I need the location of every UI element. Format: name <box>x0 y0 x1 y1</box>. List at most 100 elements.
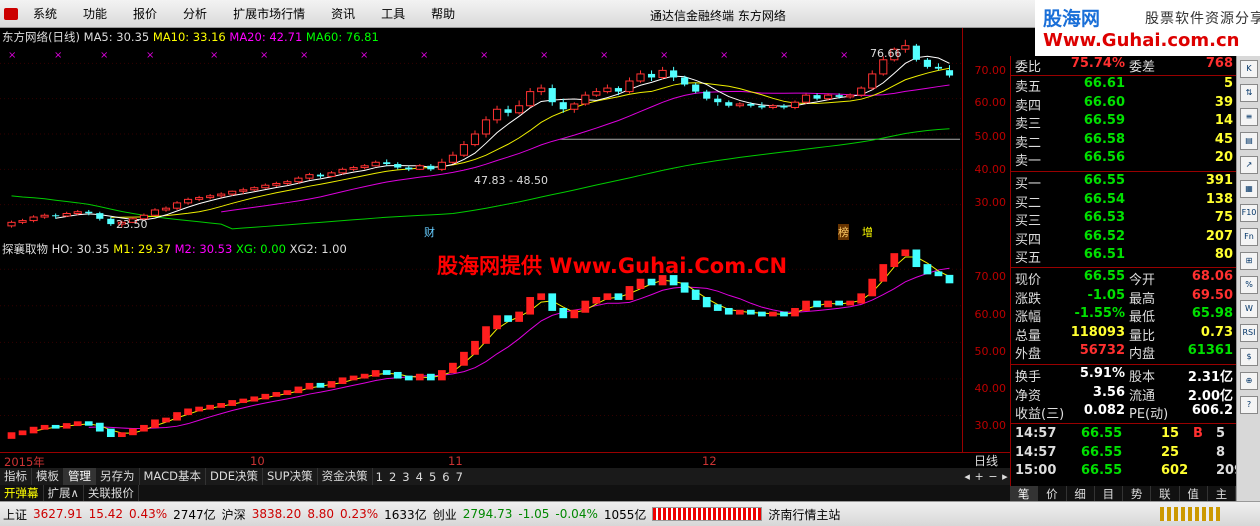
tab-num-1[interactable]: 1 <box>373 470 386 484</box>
toolbar-tool-icon[interactable]: ↗ <box>1240 156 1258 174</box>
panel-tab[interactable]: 联 <box>1151 486 1180 501</box>
panel-tab[interactable]: 势 <box>1123 486 1152 501</box>
tab-num-2[interactable]: 2 <box>386 470 399 484</box>
tab-macd[interactable]: MACD基本 <box>140 468 206 485</box>
menu-news[interactable]: 资讯 <box>318 5 368 22</box>
tab-save-as[interactable]: 另存为 <box>96 468 140 485</box>
sub-legend-xg2: XG2: 1.00 <box>289 242 347 256</box>
order-ratio-row[interactable]: 委比 75.74% 委差 768 <box>1011 56 1237 75</box>
panel-tab[interactable]: 主 <box>1208 486 1236 501</box>
finance-marker[interactable]: 财 <box>424 224 435 240</box>
toolbar-tool-icon[interactable]: K <box>1240 60 1258 78</box>
tick-row[interactable]: 15:00 66.55 602 209 <box>1011 463 1243 482</box>
candle-body <box>526 91 535 107</box>
tab-dde[interactable]: DDE决策 <box>206 468 263 485</box>
rank-marker[interactable]: 榜 <box>838 224 849 240</box>
extend-toggle[interactable]: 扩展∧ <box>44 485 84 501</box>
tab-sup[interactable]: SUP决策 <box>263 468 318 485</box>
candlestick-chart[interactable]: × × × × × × × × × × × × × × × × 东方网络(日线) MA5: 30.35 MA1… <box>0 28 962 240</box>
quote-stat-row[interactable]: 涨跌 -1.05 最高 69.50 <box>1011 288 1237 307</box>
ask-row[interactable]: 卖三 66.59 14 <box>1011 113 1237 132</box>
bid-row[interactable]: 买四 66.52 207 <box>1011 229 1237 248</box>
panel-tab[interactable]: 笔 <box>1010 486 1039 501</box>
indicator-bar <box>106 428 115 438</box>
tab-num-4[interactable]: 4 <box>413 470 426 484</box>
toolbar-tool-icon[interactable]: F10 <box>1240 204 1258 222</box>
toolbar-tool-icon[interactable]: ⇅ <box>1240 84 1258 102</box>
toolbar-tool-icon[interactable]: ▤ <box>1240 132 1258 150</box>
bid-row[interactable]: 买一 66.55 391 <box>1011 173 1237 192</box>
menu-analysis[interactable]: 分析 <box>170 5 220 22</box>
zoom-out-icon[interactable]: − <box>988 470 997 483</box>
candlestick-svg[interactable]: × × × × × × × × × × × × × × × × <box>0 28 962 240</box>
quote-stat-row[interactable]: 现价 66.55 今开 68.06 <box>1011 269 1237 288</box>
scroll-left-icon[interactable]: ◂ <box>964 470 970 483</box>
ask-row[interactable]: 卖五 66.61 5 <box>1011 76 1237 95</box>
menu-system[interactable]: 系统 <box>20 5 70 22</box>
cy-index-label[interactable]: 创业 <box>433 506 457 523</box>
server-name[interactable]: 济南行情主站 <box>768 506 840 523</box>
tab-num-5[interactable]: 5 <box>426 470 439 484</box>
indicator-bar <box>40 424 49 430</box>
panel-value: 768 <box>1205 56 1233 71</box>
bid-row[interactable]: 买五 66.51 80 <box>1011 247 1237 266</box>
tab-template[interactable]: 模板 <box>32 468 64 485</box>
indicator-bar <box>217 403 226 408</box>
toolbar-tool-icon[interactable]: ▦ <box>1240 180 1258 198</box>
toolbar-tool-icon[interactable]: W <box>1240 300 1258 318</box>
tab-num-6[interactable]: 6 <box>439 470 452 484</box>
menu-quote[interactable]: 报价 <box>120 5 170 22</box>
menu-function[interactable]: 功能 <box>70 5 120 22</box>
period-label[interactable]: 日线 <box>962 452 1010 468</box>
toolbar-tool-icon[interactable]: % <box>1240 276 1258 294</box>
ask-row[interactable]: 卖一 66.56 20 <box>1011 150 1237 169</box>
sh-index-label[interactable]: 上证 <box>3 506 27 523</box>
menu-tools[interactable]: 工具 <box>368 5 418 22</box>
sh-index-amount: 2747亿 <box>173 507 216 522</box>
fundamental-row[interactable]: 净资 3.56 流通 2.00亿 <box>1011 385 1237 404</box>
toolbar-tool-icon[interactable]: Fn <box>1240 228 1258 246</box>
toolbar-tool-icon[interactable]: ⊞ <box>1240 252 1258 270</box>
tab-num-7[interactable]: 7 <box>453 470 466 484</box>
indicator-chart[interactable]: 探襄取物 HO: 30.35 M1: 29.37 M2: 30.53 XG: 0… <box>0 240 962 452</box>
toolbar-tool-icon[interactable]: ⊕ <box>1240 372 1258 390</box>
tab-indicator[interactable]: 指标 <box>0 468 32 485</box>
ask-row[interactable]: 卖四 66.60 39 <box>1011 95 1237 114</box>
candle-body <box>592 91 601 96</box>
menu-help[interactable]: 帮助 <box>418 5 468 22</box>
menu-ext-market[interactable]: 扩展市场行情 <box>220 5 318 22</box>
panel-tab[interactable]: 目 <box>1095 486 1123 501</box>
tab-num-3[interactable]: 3 <box>399 470 412 484</box>
panel-tab[interactable]: 值 <box>1180 486 1208 501</box>
toolbar-tool-icon[interactable]: ? <box>1240 396 1258 414</box>
panel-tab[interactable]: 细 <box>1067 486 1095 501</box>
zoom-in-icon[interactable]: + <box>974 470 983 483</box>
bid-row[interactable]: 买二 66.54 138 <box>1011 192 1237 211</box>
bid-row[interactable]: 买三 66.53 75 <box>1011 210 1237 229</box>
panel-tab[interactable]: 价 <box>1038 486 1067 501</box>
danmaku-toggle[interactable]: 开弹幕 <box>0 485 44 501</box>
panel-label: 买五 <box>1015 251 1042 266</box>
indicator-bar <box>813 300 821 308</box>
tab-manage[interactable]: 管理 <box>64 468 96 485</box>
toolbar-tool-icon[interactable]: RSI <box>1240 324 1258 342</box>
panel-label: 最低 <box>1129 310 1156 325</box>
quote-stat-row[interactable]: 总量 118093 量比 0.73 <box>1011 325 1237 344</box>
panel-divider <box>1011 423 1237 424</box>
fundamental-row[interactable]: 换手 5.91% 股本 2.31亿 <box>1011 366 1237 385</box>
quote-stat-row[interactable]: 外盘 56732 内盘 61361 <box>1011 343 1237 362</box>
tick-row[interactable]: 14:57 66.55 25 8 <box>1011 445 1237 464</box>
toolbar-tool-icon[interactable]: $ <box>1240 348 1258 366</box>
ask-row[interactable]: 卖二 66.58 45 <box>1011 132 1237 151</box>
increase-marker[interactable]: 增 <box>862 224 873 240</box>
related-quote-tab[interactable]: 关联报价 <box>84 485 139 501</box>
axis-label: 50.00 <box>974 345 1007 358</box>
tick-row[interactable]: 14:57 66.55 15 B 5 <box>1011 426 1237 445</box>
scroll-right-icon[interactable]: ▸ <box>1002 470 1008 483</box>
fundamental-row[interactable]: 收益(三) 0.082 PE(动) 606.2 <box>1011 403 1237 422</box>
hs-index-label[interactable]: 沪深 <box>222 506 246 523</box>
tab-fund[interactable]: 资金决策 <box>318 468 373 485</box>
toolbar-tool-icon[interactable]: ≡ <box>1240 108 1258 126</box>
quote-stat-row[interactable]: 涨幅 -1.55% 最低 65.98 <box>1011 306 1237 325</box>
candle-body <box>96 213 104 219</box>
